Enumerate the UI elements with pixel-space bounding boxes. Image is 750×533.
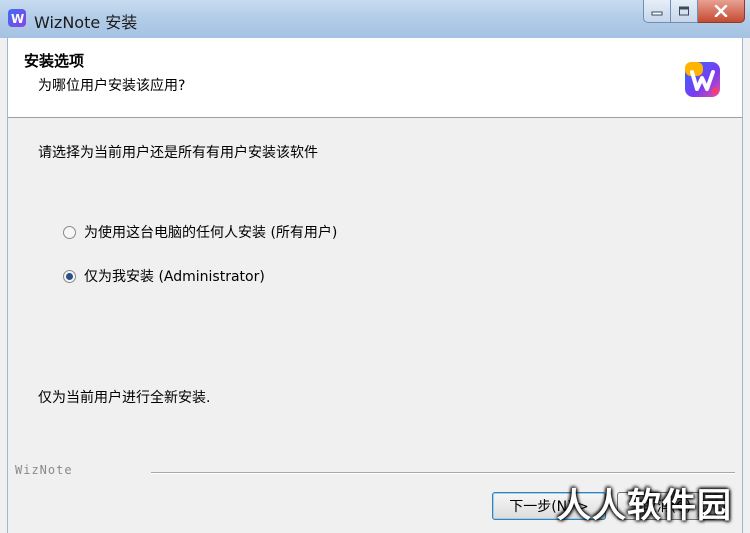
svg-text:W: W: [11, 12, 24, 26]
minimize-button[interactable]: [643, 0, 671, 23]
page-title: 安装选项: [24, 52, 85, 70]
radio-current-user[interactable]: [63, 269, 76, 283]
window-controls: [643, 0, 745, 23]
wizard-header: 安装选项 为哪位用户安装该应用?: [8, 38, 742, 118]
watermark-text: 人人软件园: [557, 486, 732, 526]
title-bar[interactable]: W WizNote 安装: [0, 0, 750, 38]
option-description: 仅为当前用户进行全新安装.: [38, 390, 211, 406]
install-prompt: 请选择为当前用户还是所有有用户安装该软件: [38, 145, 318, 161]
close-button[interactable]: [698, 0, 745, 23]
window-title: WizNote 安装: [34, 13, 138, 32]
wiznote-logo-icon: [685, 62, 720, 97]
maximize-icon: [679, 6, 689, 16]
radio-all-users[interactable]: [63, 225, 76, 239]
option-current-user-label: 仅为我安装 (Administrator): [84, 269, 265, 285]
brand-label: WizNote: [15, 463, 73, 477]
footer-divider: [151, 472, 735, 474]
wiznote-app-icon: W: [8, 9, 26, 27]
page-subtitle: 为哪位用户安装该应用?: [38, 78, 186, 94]
maximize-button[interactable]: [671, 0, 698, 23]
option-all-users[interactable]: 为使用这台电脑的任何人安装 (所有用户): [63, 222, 337, 242]
close-icon: [714, 5, 728, 17]
option-all-users-label: 为使用这台电脑的任何人安装 (所有用户): [84, 225, 338, 241]
minimize-icon: [651, 11, 663, 16]
option-current-user[interactable]: 仅为我安装 (Administrator): [63, 266, 265, 286]
installer-window: 安装选项 为哪位用户安装该应用? 请选择为当前用户还是所有有用户安装该软件 为使…: [7, 38, 743, 533]
